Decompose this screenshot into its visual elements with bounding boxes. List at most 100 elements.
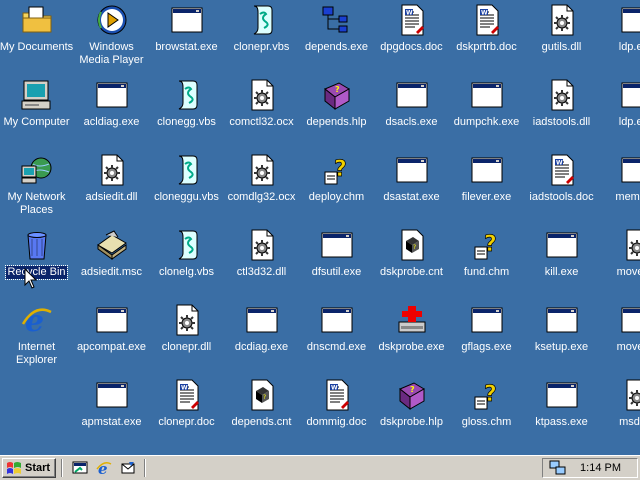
exe-window-icon	[396, 154, 428, 186]
desktop-icon-label: depends.cnt	[231, 416, 292, 428]
dll-gear-icon	[621, 229, 640, 261]
desktop-icon-dskprtrb-doc[interactable]: Wdskprtrb.doc	[449, 1, 524, 76]
svg-text:?: ?	[413, 244, 416, 251]
desktop-icon-label: dfsutil.exe	[311, 266, 362, 278]
help-book-icon: ?	[396, 379, 428, 411]
desktop-icon-gutils-dll[interactable]: gutils.dll	[524, 1, 599, 76]
outlook-express-icon[interactable]	[120, 460, 136, 476]
help-book-icon: ?	[321, 79, 353, 111]
desktop-icon-clonegg-vbs[interactable]: clonegg.vbs	[149, 76, 224, 151]
desktop[interactable]: My Documents Windows Media Player browstat…	[0, 0, 640, 455]
show-desktop-icon[interactable]	[72, 460, 88, 476]
desktop-icon-my-computer[interactable]: My Computer	[0, 76, 74, 151]
desktop-icon-filever-exe[interactable]: filever.exe	[449, 151, 524, 226]
internet-explorer-icon: e	[21, 304, 53, 339]
desktop-icon-label: gloss.chm	[461, 416, 512, 428]
desktop-icon-dskprobe-cnt[interactable]: ? dskprobe.cnt	[374, 226, 449, 301]
desktop-icon-label: iadstools.dll	[532, 116, 591, 128]
desktop-icon-dommig-doc[interactable]: Wdommig.doc	[299, 376, 374, 451]
desktop-icon-windows-media-player[interactable]: Windows Media Player	[74, 1, 149, 76]
exe-window-icon	[396, 79, 428, 111]
svg-text:?: ?	[263, 394, 266, 401]
dll-gear-icon	[246, 154, 278, 186]
desktop-icon-acldiag-exe[interactable]: acldiag.exe	[74, 76, 149, 151]
desktop-icon-ktpass-exe[interactable]: ktpass.exe	[524, 376, 599, 451]
exe-window-icon	[546, 379, 578, 411]
desktop-icon-label: dommig.doc	[306, 416, 367, 428]
desktop-icon-browstat-exe[interactable]: browstat.exe	[149, 1, 224, 76]
desktop-icon-depends-hlp[interactable]: ? depends.hlp	[299, 76, 374, 151]
desktop-icon-iadstools-doc[interactable]: Wiadstools.doc	[524, 151, 599, 226]
desktop-icon-kill-exe[interactable]: kill.exe	[524, 226, 599, 301]
word-doc-icon: W	[546, 154, 578, 186]
desktop-icon-label: Internet Explorer	[16, 341, 57, 366]
desktop-icon-adsiedit-msc[interactable]: adsiedit.msc	[74, 226, 149, 301]
network-connection-icon[interactable]	[549, 460, 567, 476]
exe-window-icon	[321, 304, 353, 336]
desktop-icon-clonelg-vbs[interactable]: clonelg.vbs	[149, 226, 224, 301]
clock[interactable]: 1:14 PM	[580, 462, 621, 474]
exe-window-icon	[621, 4, 640, 36]
desktop-icon-label: cloneggu.vbs	[154, 191, 219, 203]
desktop-icon-clonepr-vbs[interactable]: clonepr.vbs	[224, 1, 299, 76]
desktop-icon-depends-cnt[interactable]: ? depends.cnt	[224, 376, 299, 451]
desktop-icon-dsacls-exe[interactable]: dsacls.exe	[374, 76, 449, 151]
desktop-icon-dpgdocs-doc[interactable]: Wdpgdocs.doc	[374, 1, 449, 76]
desktop-icon-depends-exe[interactable]: depends.exe	[299, 1, 374, 76]
cnt-file-icon: ?	[396, 229, 428, 261]
desktop-icon-dnscmd-exe[interactable]: dnscmd.exe	[299, 301, 374, 376]
desktop-icon-label: clonegg.vbs	[157, 116, 216, 128]
desktop-icon-cloneggu-vbs[interactable]: cloneggu.vbs	[149, 151, 224, 226]
desktop-icon-recycle-bin[interactable]: Recycle Bin	[0, 226, 74, 301]
desktop-icon-comdlg32-ocx[interactable]: comdlg32.ocx	[224, 151, 299, 226]
desktop-icon-gloss-chm[interactable]: ? gloss.chm	[449, 376, 524, 451]
svg-text:?: ?	[335, 85, 340, 94]
desktop-icon-iadstools-dll[interactable]: iadstools.dll	[524, 76, 599, 151]
desktop-icon-comctl32-ocx[interactable]: comctl32.ocx	[224, 76, 299, 151]
desktop-icon-msdis1[interactable]: msdis1	[599, 376, 640, 451]
desktop-icon-label: ktpass.exe	[535, 416, 588, 428]
start-button[interactable]: Start	[2, 458, 56, 478]
internet-explorer-quicklaunch-icon[interactable]: e	[96, 460, 112, 476]
word-doc-icon: W	[396, 4, 428, 36]
desktop-icon-clonepr-dll[interactable]: clonepr.dll	[149, 301, 224, 376]
dskprobe-app-icon	[396, 304, 428, 336]
desktop-icon-memsna[interactable]: memsna	[599, 151, 640, 226]
desktop-icon-fund-chm[interactable]: ? fund.chm	[449, 226, 524, 301]
desktop-icon-ctl3d32-dll[interactable]: ctl3d32.dll	[224, 226, 299, 301]
desktop-icon-dskprobe-hlp[interactable]: ? dskprobe.hlp	[374, 376, 449, 451]
svg-text:W: W	[406, 10, 413, 17]
desktop-icon-label: dcdiag.exe	[234, 341, 289, 353]
exe-window-icon	[621, 79, 640, 111]
desktop-icon-ksetup-exe[interactable]: ksetup.exe	[524, 301, 599, 376]
desktop-icon-internet-explorer[interactable]: e Internet Explorer	[0, 301, 74, 376]
dll-gear-icon	[96, 154, 128, 186]
vbs-script-icon	[171, 79, 203, 111]
desktop-icon-label: filever.exe	[461, 191, 512, 203]
vbs-script-icon	[171, 154, 203, 186]
desktop-icon-clonepr-doc[interactable]: Wclonepr.doc	[149, 376, 224, 451]
word-doc-icon: W	[471, 4, 503, 36]
desktop-icon-dcdiag-exe[interactable]: dcdiag.exe	[224, 301, 299, 376]
desktop-icon-ldp-exe[interactable]: ldp.exe	[599, 76, 640, 151]
desktop-icon-my-network-places[interactable]: My Network Places	[0, 151, 74, 226]
desktop-icon-my-documents[interactable]: My Documents	[0, 1, 74, 76]
desktop-icon-dsastat-exe[interactable]: dsastat.exe	[374, 151, 449, 226]
desktop-icon-label: dskprtrb.doc	[456, 41, 517, 53]
desktop-icon-dfsutil-exe[interactable]: dfsutil.exe	[299, 226, 374, 301]
desktop-icon-label: depends.hlp	[306, 116, 367, 128]
desktop-icon-movetre[interactable]: movetre	[599, 301, 640, 376]
dll-gear-icon	[171, 304, 203, 336]
desktop-icon-dumpchk-exe[interactable]: dumpchk.exe	[449, 76, 524, 151]
desktop-icon-adsiedit-dll[interactable]: adsiedit.dll	[74, 151, 149, 226]
desktop-icon-label: Recycle Bin	[5, 265, 68, 280]
desktop-icon-apcompat-exe[interactable]: apcompat.exe	[74, 301, 149, 376]
network-places-icon	[21, 154, 53, 186]
desktop-icon-movetre[interactable]: movetre	[599, 226, 640, 301]
desktop-icon-deploy-chm[interactable]: ? deploy.chm	[299, 151, 374, 226]
desktop-icon-dskprobe-exe[interactable]: dskprobe.exe	[374, 301, 449, 376]
desktop-icon-ldp-exe[interactable]: ldp.exe	[599, 1, 640, 76]
desktop-icon-label: kill.exe	[544, 266, 579, 278]
desktop-icon-apmstat-exe[interactable]: apmstat.exe	[74, 376, 149, 451]
desktop-icon-gflags-exe[interactable]: gflags.exe	[449, 301, 524, 376]
